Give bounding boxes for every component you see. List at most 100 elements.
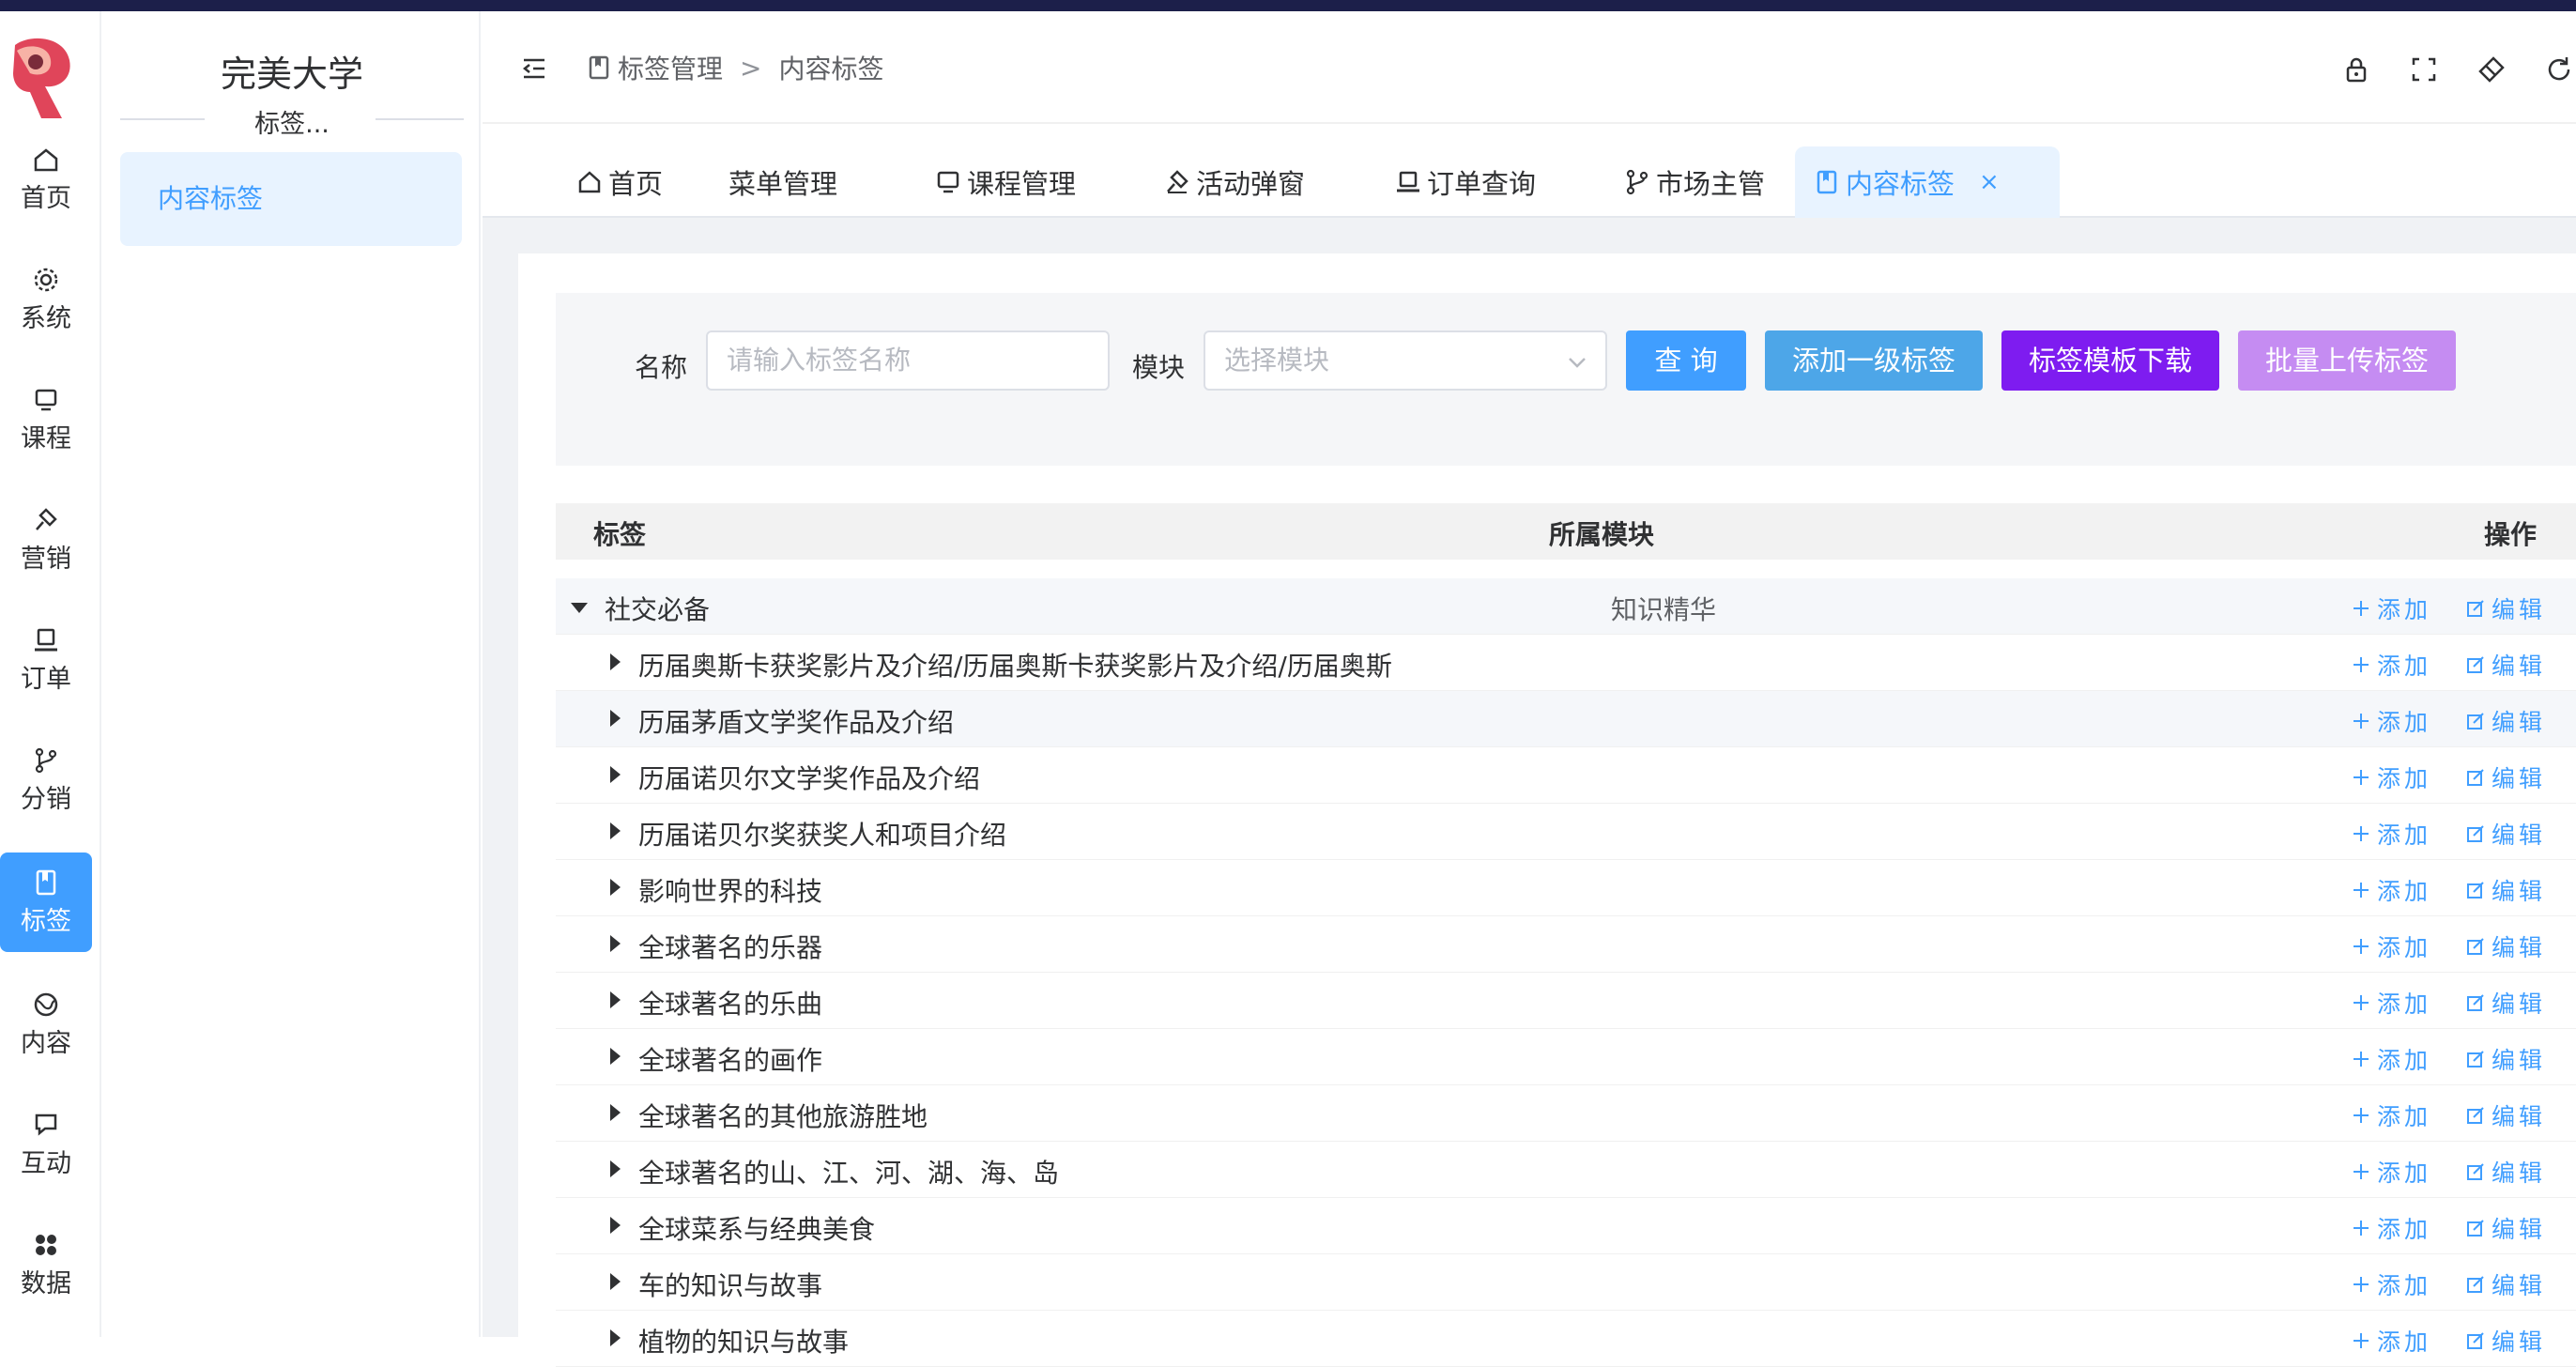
edit-tag-button[interactable]: 编辑 <box>2465 1267 2546 1301</box>
edit-tag-button[interactable]: 编辑 <box>2465 1042 2546 1076</box>
row-tag-label: 全球著名的其他旅游胜地 <box>638 1101 928 1132</box>
rail-item-7[interactable]: 内容 <box>0 975 92 1074</box>
edit-tag-button[interactable]: 编辑 <box>2465 873 2546 907</box>
rail-item-1[interactable]: 系统 <box>0 250 92 349</box>
expand-row-icon[interactable] <box>610 1273 621 1290</box>
home-icon <box>578 171 601 193</box>
edit-tag-button[interactable]: 编辑 <box>2465 704 2546 738</box>
expand-row-icon[interactable] <box>610 822 621 839</box>
rail-item-8[interactable]: 互动 <box>0 1095 92 1194</box>
module-select[interactable]: 选择模块 <box>1204 330 1607 391</box>
chat-icon <box>35 1114 57 1136</box>
table-row[interactable]: 全球著名的画作 添加 编辑 <box>556 1029 2576 1085</box>
edit-tag-button[interactable]: 编辑 <box>2465 817 2546 851</box>
table-row[interactable]: 影响世界的科技 添加 编辑 <box>556 860 2576 916</box>
tab-activity-popup[interactable]: 活动弹窗 <box>1145 146 1324 218</box>
table-row[interactable]: 全球著名的山、江、河、湖、海、岛 添加 编辑 <box>556 1142 2576 1198</box>
add-child-tag-button[interactable]: 添加 <box>2351 1324 2431 1358</box>
tab-order-query[interactable]: 订单查询 <box>1376 146 1555 218</box>
edit-tag-button[interactable]: 编辑 <box>2465 591 2546 625</box>
add-child-tag-button[interactable]: 添加 <box>2351 817 2431 851</box>
row-tag-label: 植物的知识与故事 <box>638 1327 850 1358</box>
rail-item-9[interactable]: 数据 <box>0 1215 92 1314</box>
edit-tag-button[interactable]: 编辑 <box>2465 648 2546 682</box>
school-name: 完美大学 <box>220 54 363 95</box>
add-child-tag-button[interactable]: 添加 <box>2351 760 2431 794</box>
rail-item-2[interactable]: 课程 <box>0 370 92 469</box>
refresh-icon[interactable] <box>2544 54 2574 84</box>
add-child-tag-button[interactable]: 添加 <box>2351 704 2431 738</box>
add-child-tag-button[interactable]: 添加 <box>2351 648 2431 682</box>
tab-course-management[interactable]: 课程管理 <box>916 146 1095 218</box>
expand-row-icon[interactable] <box>610 766 621 783</box>
collapse-row-icon[interactable] <box>571 603 588 613</box>
rail-item-3[interactable]: 营销 <box>0 490 92 590</box>
edit-tag-button[interactable]: 编辑 <box>2465 1324 2546 1358</box>
close-tab-icon[interactable]: × <box>1979 168 2000 196</box>
add-child-tag-button[interactable]: 添加 <box>2351 929 2431 963</box>
add-child-tag-button[interactable]: 添加 <box>2351 1098 2431 1132</box>
expand-row-icon[interactable] <box>610 1160 621 1177</box>
edit-tag-button[interactable]: 编辑 <box>2465 1098 2546 1132</box>
table-row[interactable]: 历届茅盾文学奖作品及介绍 添加 编辑 <box>556 691 2576 747</box>
edit-tag-button[interactable]: 编辑 <box>2465 1155 2546 1189</box>
column-header-actions: 操作 <box>2484 519 2538 550</box>
edit-icon <box>2467 713 2484 730</box>
add-child-tag-button[interactable]: 添加 <box>2351 1155 2431 1189</box>
sub-sidebar-item-content-tags[interactable]: 内容标签 <box>120 152 462 246</box>
expand-row-icon[interactable] <box>610 991 621 1008</box>
add-child-tag-button[interactable]: 添加 <box>2351 1042 2431 1076</box>
monitor-icon <box>35 389 57 410</box>
batch-upload-tags-button[interactable]: 批量上传标签 <box>2238 330 2456 391</box>
add-child-tag-button[interactable]: 添加 <box>2351 986 2431 1020</box>
add-child-tag-button[interactable]: 添加 <box>2351 1211 2431 1245</box>
table-row[interactable]: 社交必备 知识精华 添加 编辑 <box>556 578 2576 635</box>
table-row[interactable]: 历届奥斯卡获奖影片及介绍/历届奥斯卡获奖影片及介绍/历届奥斯 添加 编辑 <box>556 635 2576 691</box>
table-row[interactable]: 车的知识与故事 添加 编辑 <box>556 1254 2576 1311</box>
table-row[interactable]: 全球著名的其他旅游胜地 添加 编辑 <box>556 1085 2576 1142</box>
rail-item-6[interactable]: 标签 <box>0 852 92 952</box>
rail-item-label: 分销 <box>21 784 71 814</box>
lock-icon[interactable] <box>2341 54 2371 84</box>
expand-row-icon[interactable] <box>610 1048 621 1065</box>
add-child-tag-button[interactable]: 添加 <box>2351 1267 2431 1301</box>
tab-home[interactable]: 首页 <box>558 146 682 218</box>
rail-item-4[interactable]: 订单 <box>0 610 92 710</box>
table-row[interactable]: 植物的知识与故事 添加 编辑 <box>556 1311 2576 1367</box>
expand-row-icon[interactable] <box>610 1329 621 1346</box>
tag-template-download-button[interactable]: 标签模板下载 <box>2001 330 2219 391</box>
tag-name-input[interactable]: 请输入标签名称 <box>706 330 1110 391</box>
rail-item-5[interactable]: 分销 <box>0 730 92 830</box>
rail-item-label: 营销 <box>21 544 71 574</box>
expand-row-icon[interactable] <box>610 935 621 952</box>
expand-row-icon[interactable] <box>610 1104 621 1121</box>
expand-row-icon[interactable] <box>610 653 621 670</box>
breadcrumb-item-tag-management[interactable]: 标签管理 <box>618 49 723 86</box>
clear-cache-icon[interactable] <box>2476 54 2507 84</box>
collapse-menu-icon[interactable] <box>520 54 548 83</box>
add-child-tag-button[interactable]: 添加 <box>2351 591 2431 625</box>
edit-tag-button[interactable]: 编辑 <box>2465 929 2546 963</box>
edit-tag-button[interactable]: 编辑 <box>2465 760 2546 794</box>
tab-menu-management[interactable]: 菜单管理 <box>710 146 856 218</box>
table-row[interactable]: 全球著名的乐器 添加 编辑 <box>556 916 2576 973</box>
table-row[interactable]: 历届诺贝尔文学奖作品及介绍 添加 编辑 <box>556 747 2576 804</box>
row-tag-label: 历届茅盾文学奖作品及介绍 <box>638 707 955 738</box>
tab-market-manager[interactable]: 市场主管 <box>1605 146 1784 218</box>
top-strip <box>0 0 2576 11</box>
table-row[interactable]: 历届诺贝尔奖获奖人和项目介绍 添加 编辑 <box>556 804 2576 860</box>
add-top-level-tag-button[interactable]: 添加一级标签 <box>1765 330 1983 391</box>
add-child-tag-button[interactable]: 添加 <box>2351 873 2431 907</box>
table-row[interactable]: 全球著名的乐曲 添加 编辑 <box>556 973 2576 1029</box>
row-tag-label: 社交必备 <box>605 594 711 625</box>
query-button[interactable]: 查 询 <box>1626 330 1746 391</box>
expand-row-icon[interactable] <box>610 879 621 896</box>
expand-row-icon[interactable] <box>610 1217 621 1234</box>
tab-content-tags[interactable]: 内容标签 × <box>1795 146 2060 218</box>
edit-tag-button[interactable]: 编辑 <box>2465 986 2546 1020</box>
rail-item-0[interactable]: 首页 <box>0 130 92 229</box>
fullscreen-icon[interactable] <box>2409 54 2439 84</box>
edit-tag-button[interactable]: 编辑 <box>2465 1211 2546 1245</box>
table-row[interactable]: 全球菜系与经典美食 添加 编辑 <box>556 1198 2576 1254</box>
expand-row-icon[interactable] <box>610 710 621 727</box>
